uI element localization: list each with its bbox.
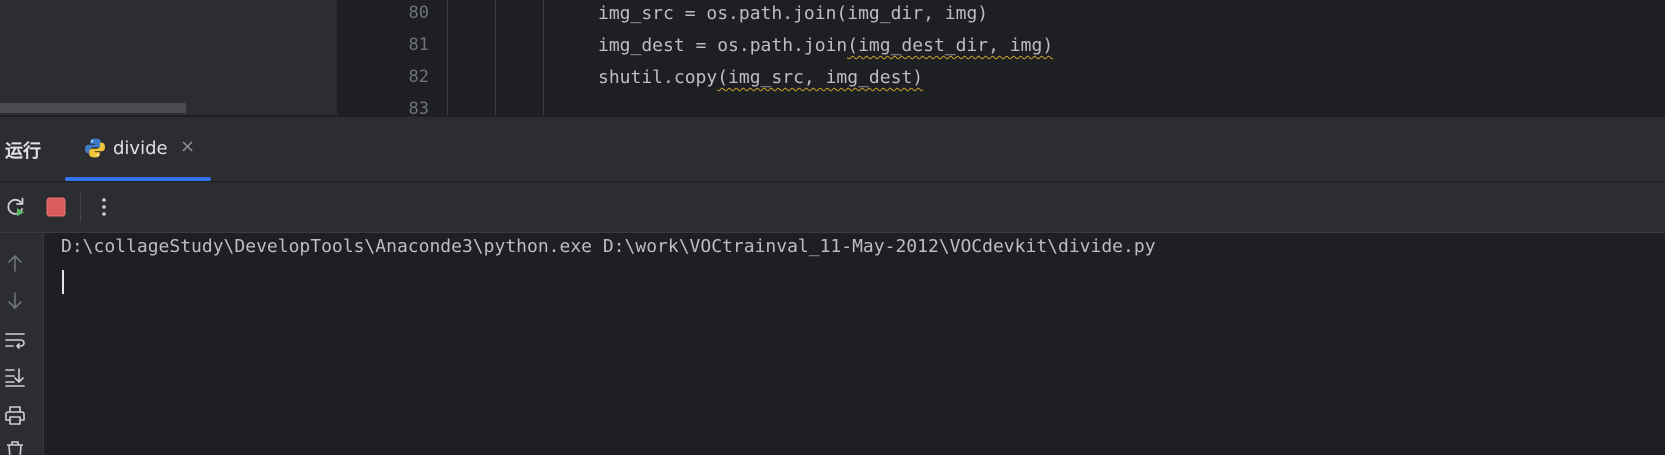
- project-horizontal-scrollbar[interactable]: [0, 103, 186, 113]
- line-number: 80: [408, 3, 429, 23]
- indent-guide: [543, 0, 544, 115]
- run-toolbar: [0, 182, 1665, 233]
- warning-underline: (img_src, img_dest): [717, 67, 924, 88]
- soft-wrap-icon[interactable]: [4, 329, 26, 351]
- print-icon[interactable]: [4, 404, 26, 426]
- close-icon[interactable]: ×: [180, 138, 195, 156]
- console-output[interactable]: [44, 233, 1665, 455]
- code-line[interactable]: img_src = os.path.join(img_dir, img): [598, 3, 988, 24]
- toolbar-separator: [80, 192, 81, 222]
- code-line[interactable]: shutil.copy(img_src, img_dest): [598, 67, 923, 88]
- console-input-caret: [62, 270, 64, 294]
- line-number: 81: [408, 35, 429, 55]
- warning-underline: (img_dest_dir, img): [847, 35, 1054, 56]
- python-icon: [85, 138, 105, 158]
- tab-label: divide: [113, 138, 168, 159]
- stop-icon[interactable]: [43, 194, 69, 220]
- run-window-title: 运行: [5, 141, 41, 162]
- tab-divide[interactable]: divide ×: [65, 117, 211, 181]
- active-tab-indicator: [65, 177, 211, 181]
- line-number-gutter: 80 81 82 83: [337, 0, 447, 115]
- trash-icon[interactable]: [4, 439, 26, 455]
- rerun-icon[interactable]: [3, 194, 29, 220]
- arrow-up-icon[interactable]: [4, 252, 26, 274]
- scroll-to-end-icon[interactable]: [4, 366, 26, 388]
- run-header: 运行 divide ×: [0, 117, 1665, 182]
- ide-window: 80 81 82 83 img_src = os.path.join(img_d…: [0, 0, 1665, 455]
- indent-guide: [495, 0, 496, 115]
- project-pane: [0, 0, 337, 115]
- code-line[interactable]: img_dest = os.path.join(img_dest_dir, im…: [598, 35, 1053, 56]
- line-number: 83: [408, 99, 429, 115]
- console-side-toolbar: [0, 233, 44, 455]
- line-number: 82: [408, 67, 429, 87]
- console-command-line: D:\collageStudy\DevelopTools\Anaconde3\p…: [61, 236, 1156, 257]
- run-tool-window: 运行 divide ×: [0, 117, 1665, 455]
- arrow-down-icon[interactable]: [4, 290, 26, 312]
- more-vertical-icon[interactable]: [91, 194, 117, 220]
- editor-region: 80 81 82 83 img_src = os.path.join(img_d…: [0, 0, 1665, 115]
- indent-guide: [447, 0, 448, 115]
